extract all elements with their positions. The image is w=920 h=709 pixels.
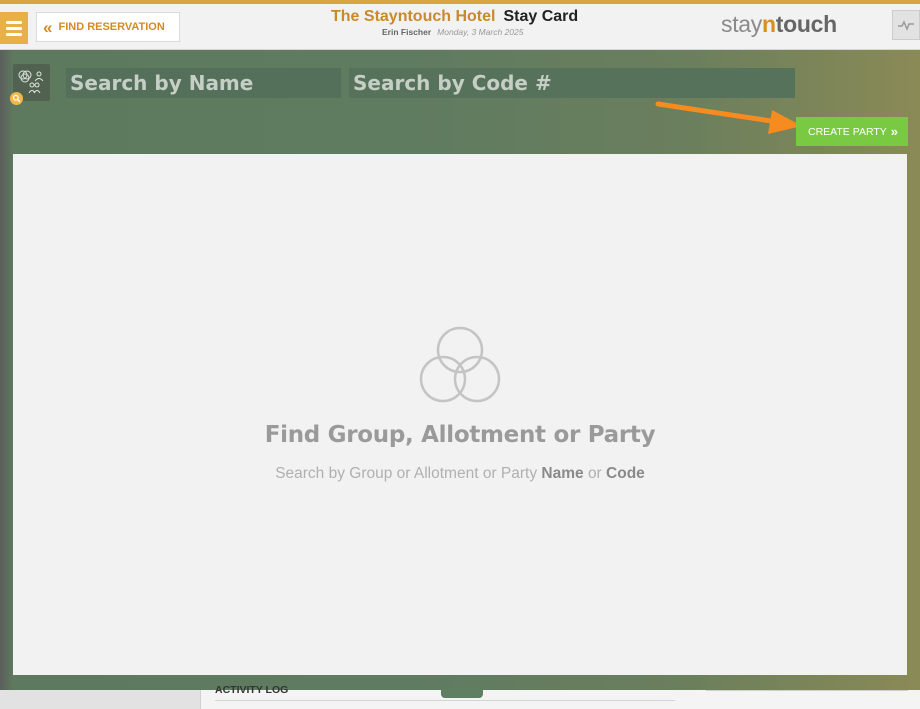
magnifier-icon <box>10 92 23 105</box>
pulse-line-icon <box>898 20 914 31</box>
business-date: Monday, 3 March 2025 <box>437 27 524 37</box>
double-chevron-right-icon: » <box>890 124 898 139</box>
bottom-right-divider <box>706 690 908 691</box>
results-panel <box>13 154 907 675</box>
empty-state-subtitle-prefix: Search by Group or Allotment or Party <box>275 465 538 482</box>
band-left-shadow <box>0 50 14 690</box>
brand-logo-part1: stay <box>721 11 762 37</box>
brand-logo-part3: touch <box>775 11 837 37</box>
page-title: The Stayntouch Hotel Stay Card <box>331 8 578 26</box>
empty-state-title: Find Group, Allotment or Party <box>264 422 656 448</box>
stay-card-page: « FIND RESERVATION The Stayntouch Hotel S… <box>0 0 920 709</box>
hotel-name: The Stayntouch Hotel <box>331 8 496 25</box>
activity-log-label[interactable]: ACTIVITY LOG <box>215 684 288 696</box>
user-name: Erin Fischer <box>382 27 432 37</box>
empty-state-subtitle: Search by Group or Allotment or Party Na… <box>0 465 920 483</box>
search-by-code-input[interactable] <box>349 68 795 98</box>
user-date-line: Erin Fischer Monday, 3 March 2025 <box>382 27 523 37</box>
activity-log-divider <box>215 700 675 701</box>
menu-button[interactable] <box>0 12 28 44</box>
three-circles-venn-icon <box>419 326 501 403</box>
bottom-left-pane <box>0 690 201 709</box>
pulse-button[interactable] <box>892 10 920 40</box>
hamburger-menu-icon-bar <box>6 32 22 36</box>
find-reservation-label: FIND RESERVATION <box>58 21 165 33</box>
double-chevron-left-icon: « <box>43 17 53 37</box>
bottom-pull-tab[interactable] <box>441 689 483 698</box>
annotation-arrow <box>655 101 802 134</box>
empty-state-subtitle-or: or <box>587 465 602 482</box>
hamburger-menu-icon <box>6 20 22 24</box>
find-reservation-button[interactable]: « FIND RESERVATION <box>36 12 180 42</box>
hamburger-menu-icon-bar <box>6 26 22 30</box>
create-party-label: CREATE PARTY <box>808 125 887 138</box>
empty-state-subtitle-name: Name <box>541 465 584 482</box>
page-name: Stay Card <box>503 8 579 25</box>
create-party-button[interactable]: CREATE PARTY » <box>796 117 908 146</box>
empty-state-subtitle-code: Code <box>606 465 645 482</box>
search-by-name-input[interactable] <box>66 68 341 98</box>
brand-logo: stayntouch <box>721 11 837 38</box>
brand-logo-part2: n <box>761 11 776 37</box>
